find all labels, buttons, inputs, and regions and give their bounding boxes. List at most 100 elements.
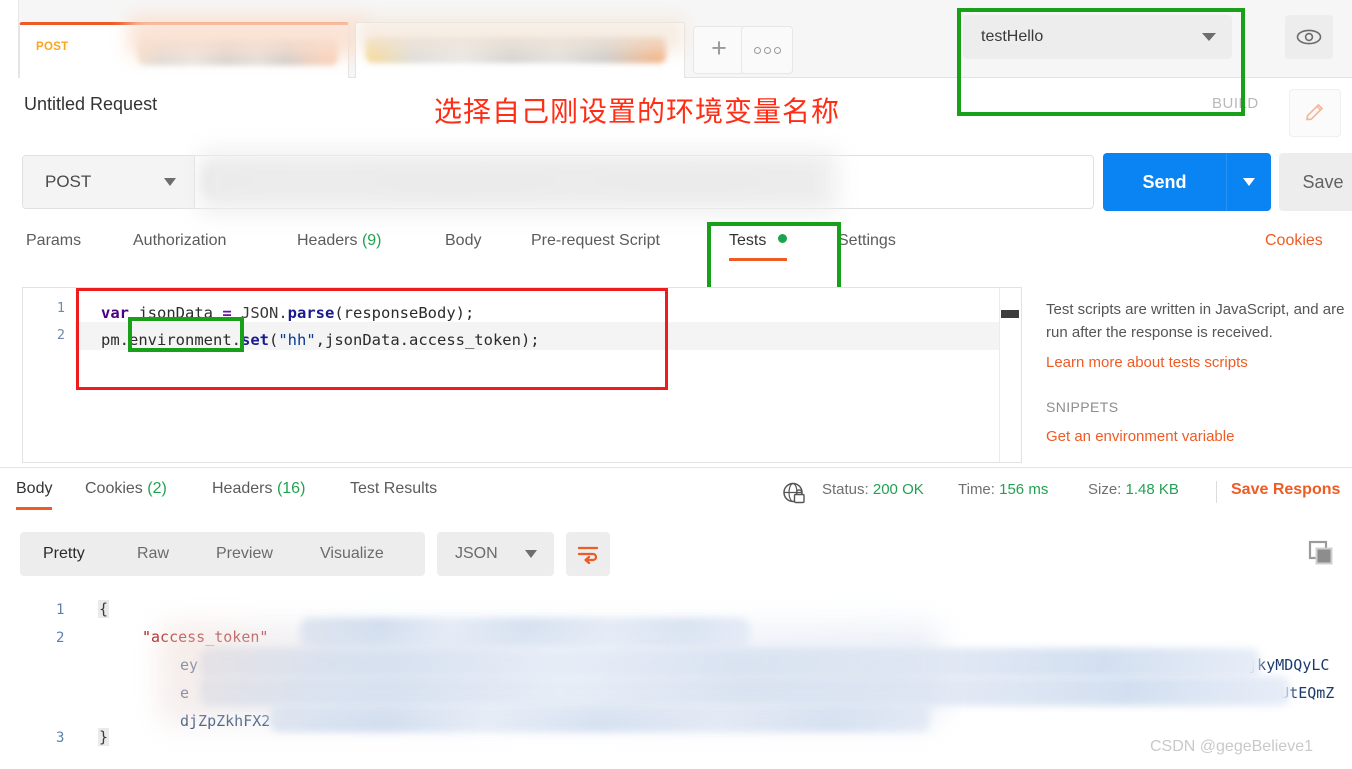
more-dots-icon	[753, 46, 781, 54]
response-tab-cookies-label: Cookies	[85, 480, 143, 497]
request-tab-2-smudge	[356, 17, 686, 53]
time-value: 156 ms	[999, 481, 1049, 498]
response-time: Time: 156 ms	[958, 481, 1048, 498]
response-status: Status: 200 OK	[822, 481, 924, 498]
response-close-brace: }	[98, 728, 110, 746]
active-tab-underline	[729, 258, 787, 261]
tab-tests[interactable]: Tests	[729, 232, 787, 261]
response-divider	[0, 467, 1352, 468]
edit-request-button[interactable]	[1289, 89, 1341, 137]
save-button[interactable]: Save	[1279, 153, 1352, 211]
editor-line-number: 1	[56, 300, 65, 316]
response-body-viewer[interactable]: 1 2 3 { "access_token" 'iJ9. ey e djZpZk…	[0, 590, 1352, 760]
request-section-tabs: Params Authorization Headers (9) Body Pr…	[0, 232, 1352, 276]
content-type-label: JSON	[455, 545, 498, 562]
wrap-lines-button[interactable]	[566, 532, 610, 576]
environment-quick-look-button[interactable]	[1285, 15, 1333, 59]
response-tab-headers-label: Headers	[212, 480, 273, 497]
tab-body-label: Body	[445, 232, 482, 249]
wrap-lines-icon	[577, 546, 599, 564]
response-tab-headers[interactable]: Headers (16)	[212, 480, 305, 498]
environment-select[interactable]: testHello	[963, 15, 1186, 59]
tab-authorization-label: Authorization	[133, 232, 227, 249]
format-raw-label: Raw	[137, 545, 170, 562]
response-tab-body-label: Body	[16, 480, 53, 497]
environment-selected-label: testHello	[981, 28, 1044, 45]
save-response-button[interactable]: Save Respons	[1231, 481, 1340, 499]
response-tab-test-results[interactable]: Test Results	[350, 480, 437, 498]
code-keyword-var: var	[101, 304, 129, 322]
active-tab-underline	[16, 507, 53, 510]
tab-params[interactable]: Params	[26, 232, 81, 250]
response-line-number: 3	[56, 730, 65, 746]
copy-response-button[interactable]	[1307, 539, 1335, 567]
postman-window: POST + testHello BUILD Untitled Request …	[0, 0, 1352, 769]
code-fn-parse: parse	[287, 304, 335, 322]
size-label: Size:	[1088, 481, 1122, 498]
send-options-button[interactable]	[1226, 153, 1271, 211]
tab-headers-label: Headers	[297, 232, 358, 249]
request-tab-1-method: POST	[36, 41, 69, 53]
status-value: 200 OK	[872, 481, 924, 498]
tab-headers-count: (9)	[361, 232, 382, 249]
http-method-select[interactable]: POST	[23, 156, 195, 208]
page-title: Untitled Request	[24, 94, 158, 114]
code-string-hh: "hh"	[278, 331, 316, 349]
snippet-get-environment-variable[interactable]: Get an environment variable	[1046, 428, 1352, 445]
editor-code[interactable]: var jsonData = JSON.parse(responseBody);…	[101, 300, 540, 354]
save-button-label: Save	[1302, 171, 1344, 192]
response-tab-cookies-count: (2)	[147, 480, 167, 497]
tab-headers[interactable]: Headers (9)	[297, 232, 382, 250]
code-args-access-token: ,jsonData.access_token);	[315, 331, 540, 349]
response-format-toolbar: Pretty Raw Preview Visualize	[20, 532, 425, 576]
status-label: Status:	[822, 481, 869, 498]
cookies-link[interactable]: Cookies	[1265, 232, 1323, 250]
sidebar-rail	[0, 0, 19, 78]
response-tab-body[interactable]: Body	[16, 480, 53, 510]
tab-settings[interactable]: Settings	[838, 232, 896, 250]
tests-help-panel: Test scripts are written in JavaScript, …	[1046, 298, 1352, 445]
format-preview-button[interactable]: Preview	[216, 532, 273, 576]
format-visualize-button[interactable]: Visualize	[320, 532, 384, 576]
csdn-watermark: CSDN @gegeBelieve1	[1150, 738, 1313, 755]
send-button[interactable]: Send	[1103, 153, 1226, 211]
tab-pre-request-script[interactable]: Pre-request Script	[531, 232, 660, 250]
response-tab-headers-count: (16)	[276, 480, 306, 497]
response-content-type-select[interactable]: JSON	[437, 532, 554, 576]
chevron-down-icon	[525, 550, 537, 558]
request-tab-2[interactable]	[355, 17, 686, 78]
editor-scrollbar-thumb[interactable]	[1001, 310, 1019, 318]
response-size: Size: 1.48 KB	[1088, 481, 1179, 498]
tab-authorization[interactable]: Authorization	[133, 232, 226, 250]
eye-icon	[1296, 29, 1322, 45]
tests-script-editor[interactable]: 1 2 var jsonData = JSON.parse(responseBo…	[22, 287, 1022, 463]
format-raw-button[interactable]: Raw	[137, 532, 169, 576]
code-args-responsebody: (responseBody);	[334, 304, 475, 322]
tab-tests-label: Tests	[729, 232, 767, 249]
response-tab-test-results-label: Test Results	[350, 480, 438, 497]
tab-body[interactable]: Body	[445, 232, 481, 250]
environment-dropdown-button[interactable]	[1186, 15, 1232, 59]
new-tab-button[interactable]: +	[693, 26, 745, 74]
learn-more-tests-link[interactable]: Learn more about tests scripts	[1046, 354, 1352, 371]
editor-line-number: 2	[56, 327, 65, 343]
request-url-bar: POST	[22, 150, 1094, 214]
tab-options-button[interactable]	[741, 26, 793, 74]
request-tab-1[interactable]: POST	[19, 15, 368, 78]
chevron-down-icon	[164, 178, 176, 186]
url-smudge	[198, 150, 838, 214]
code-operator-eq: =	[222, 304, 232, 322]
format-pretty-button[interactable]: Pretty	[43, 532, 85, 576]
build-label: BUILD	[1212, 95, 1259, 112]
code-ident-jsondata: jsonData	[129, 304, 223, 322]
code-object-json: JSON.	[231, 304, 288, 322]
pencil-icon	[1305, 103, 1324, 121]
chevron-down-icon	[1202, 33, 1216, 41]
response-tab-cookies[interactable]: Cookies (2)	[85, 480, 167, 498]
editor-scrollbar[interactable]	[999, 288, 1021, 462]
tests-modified-dot-icon	[777, 234, 787, 243]
response-lock-icon-wrap	[781, 481, 807, 510]
snippets-header: SNIPPETS	[1046, 399, 1119, 415]
tab-settings-label: Settings	[838, 232, 896, 249]
request-tab-1-smudge	[128, 15, 368, 57]
